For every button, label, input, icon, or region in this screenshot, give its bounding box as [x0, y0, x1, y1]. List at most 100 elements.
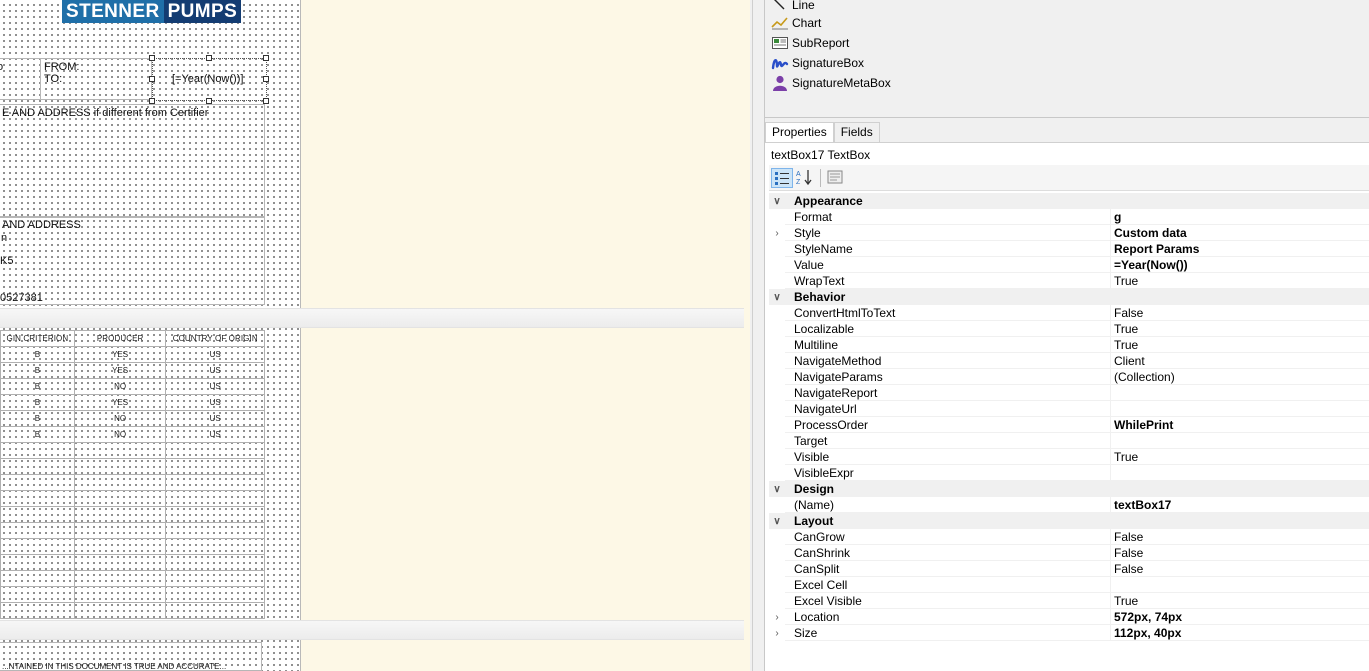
- exporter-address-box[interactable]: [0, 104, 265, 217]
- collapse-chevron-icon[interactable]: ∨: [769, 484, 785, 495]
- property-value[interactable]: True: [1110, 337, 1369, 353]
- tab-fields[interactable]: Fields: [833, 122, 880, 142]
- table-header-cell[interactable]: PRODUCER: [73, 330, 167, 347]
- expand-chevron-icon[interactable]: ›: [769, 612, 785, 623]
- property-value[interactable]: g: [1110, 209, 1369, 225]
- property-row[interactable]: (Name) textBox17: [769, 497, 1369, 513]
- resize-handle-w[interactable]: [149, 76, 155, 82]
- table-cell[interactable]: [165, 458, 265, 475]
- property-category[interactable]: ∨ Behavior: [769, 289, 1369, 305]
- toolbox-item-signaturemetabox[interactable]: SignatureMetaBox: [771, 74, 891, 92]
- table-cell[interactable]: [0, 506, 75, 523]
- toolbox-item-line[interactable]: Line: [771, 0, 815, 14]
- property-value[interactable]: True: [1110, 321, 1369, 337]
- table-cell[interactable]: [165, 570, 265, 587]
- table-cell[interactable]: [165, 554, 265, 571]
- table-cell[interactable]: [165, 602, 265, 619]
- resize-handle-e[interactable]: [263, 76, 269, 82]
- table-cell[interactable]: B: [0, 362, 75, 379]
- table-cell[interactable]: YES: [73, 362, 167, 379]
- property-value[interactable]: True: [1110, 593, 1369, 609]
- resize-handle-ne[interactable]: [263, 55, 269, 61]
- property-value[interactable]: [1110, 433, 1369, 449]
- table-cell[interactable]: [165, 506, 265, 523]
- table-cell[interactable]: B: [0, 346, 75, 363]
- property-row[interactable]: NavigateUrl: [769, 401, 1369, 417]
- table-cell[interactable]: US: [165, 426, 265, 443]
- property-row[interactable]: VisibleExpr: [769, 465, 1369, 481]
- year-expression[interactable]: [=Year(Now())]: [172, 73, 243, 85]
- report-page[interactable]: STENNER PUMPS o FROM: TO: [=Year(Now())]…: [0, 0, 301, 671]
- table-cell[interactable]: B: [0, 426, 75, 443]
- categorized-button[interactable]: [771, 168, 793, 188]
- table-cell[interactable]: [165, 586, 265, 603]
- property-row[interactable]: Multiline True: [769, 337, 1369, 353]
- property-category[interactable]: ∨ Design: [769, 481, 1369, 497]
- property-row[interactable]: › Size 112px, 40px: [769, 625, 1369, 641]
- property-row[interactable]: › Location 572px, 74px: [769, 609, 1369, 625]
- table-cell[interactable]: [73, 538, 167, 555]
- toolbox-item-chart[interactable]: Chart: [771, 14, 821, 32]
- property-value[interactable]: True: [1110, 449, 1369, 465]
- property-value[interactable]: False: [1110, 561, 1369, 577]
- table-header-cell[interactable]: GIN CRITERION: [0, 330, 75, 347]
- table-cell[interactable]: [0, 490, 75, 507]
- property-row[interactable]: CanSplit False: [769, 561, 1369, 577]
- table-cell[interactable]: [0, 538, 75, 555]
- property-value[interactable]: Report Params: [1110, 241, 1369, 257]
- property-value[interactable]: textBox17: [1110, 497, 1369, 513]
- table-cell[interactable]: [73, 602, 167, 619]
- collapse-chevron-icon[interactable]: ∨: [769, 516, 785, 527]
- band-separator-detail[interactable]: [0, 308, 744, 328]
- table-cell[interactable]: [73, 474, 167, 491]
- table-cell[interactable]: YES: [73, 394, 167, 411]
- table-cell[interactable]: B: [0, 410, 75, 427]
- property-row[interactable]: Target: [769, 433, 1369, 449]
- table-cell[interactable]: NO: [73, 378, 167, 395]
- resize-handle-n[interactable]: [206, 55, 212, 61]
- collapse-chevron-icon[interactable]: ∨: [769, 292, 785, 303]
- property-row[interactable]: Value =Year(Now()): [769, 257, 1369, 273]
- table-cell[interactable]: [0, 442, 75, 459]
- property-value[interactable]: Custom data: [1110, 225, 1369, 241]
- table-cell[interactable]: US: [165, 362, 265, 379]
- table-cell[interactable]: [73, 458, 167, 475]
- property-row[interactable]: StyleName Report Params: [769, 241, 1369, 257]
- design-surface[interactable]: STENNER PUMPS o FROM: TO: [=Year(Now())]…: [0, 0, 750, 671]
- toolbox-item-subreport[interactable]: SubReport: [771, 34, 849, 52]
- property-row[interactable]: NavigateParams (Collection): [769, 369, 1369, 385]
- table-cell[interactable]: [73, 570, 167, 587]
- property-value[interactable]: [1110, 401, 1369, 417]
- table-cell[interactable]: [0, 522, 75, 539]
- table-cell[interactable]: [165, 538, 265, 555]
- table-cell[interactable]: [165, 490, 265, 507]
- property-row[interactable]: NavigateReport: [769, 385, 1369, 401]
- table-cell[interactable]: [165, 522, 265, 539]
- property-value[interactable]: 572px, 74px: [1110, 609, 1369, 625]
- selected-object-name[interactable]: textBox17 TextBox: [771, 148, 870, 162]
- property-category[interactable]: ∨ Appearance: [769, 193, 1369, 209]
- table-cell[interactable]: [73, 586, 167, 603]
- table-cell[interactable]: [165, 474, 265, 491]
- property-value[interactable]: (Collection): [1110, 369, 1369, 385]
- table-cell[interactable]: US: [165, 346, 265, 363]
- goods-table[interactable]: GIN CRITERION PRODUCER COUNTRY OF ORIGIN B Y…: [0, 330, 265, 619]
- table-cell[interactable]: [73, 490, 167, 507]
- header-cell-left[interactable]: [0, 58, 41, 100]
- table-cell[interactable]: [73, 554, 167, 571]
- property-row[interactable]: Format g: [769, 209, 1369, 225]
- property-row[interactable]: Excel Visible True: [769, 593, 1369, 609]
- property-row[interactable]: WrapText True: [769, 273, 1369, 289]
- property-value[interactable]: False: [1110, 545, 1369, 561]
- table-cell[interactable]: NO: [73, 426, 167, 443]
- table-cell[interactable]: [0, 554, 75, 571]
- property-row[interactable]: Localizable True: [769, 321, 1369, 337]
- table-cell[interactable]: [165, 442, 265, 459]
- property-value[interactable]: 112px, 40px: [1110, 625, 1369, 641]
- property-row[interactable]: Visible True: [769, 449, 1369, 465]
- resize-handle-nw[interactable]: [149, 55, 155, 61]
- property-grid[interactable]: ∨ Appearance Format g › Style Custom data Style…: [769, 193, 1369, 641]
- table-cell[interactable]: [73, 506, 167, 523]
- table-cell[interactable]: [0, 474, 75, 491]
- property-value[interactable]: [1110, 385, 1369, 401]
